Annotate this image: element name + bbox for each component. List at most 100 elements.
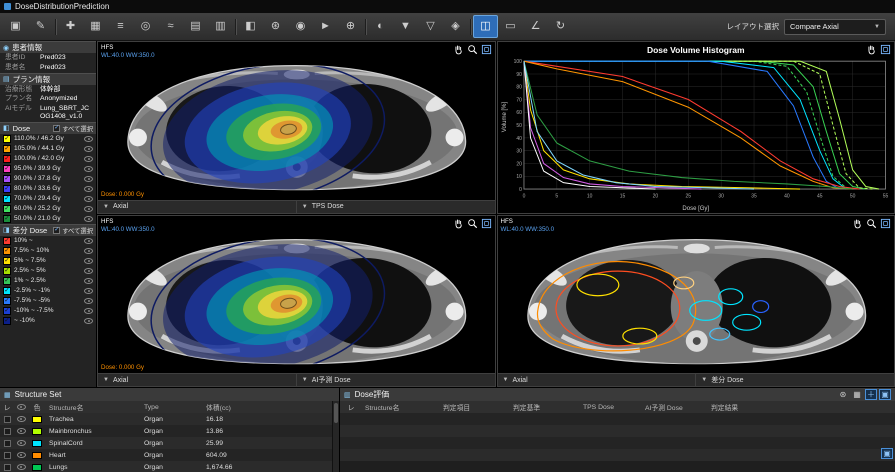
color-column-header[interactable]: 色 [28, 402, 46, 412]
name-column-header[interactable]: Structure名 [46, 402, 141, 412]
angle-button[interactable]: ∠ [523, 15, 548, 38]
pan-hand-icon[interactable] [866, 44, 877, 55]
table-button[interactable]: ▤ [183, 15, 208, 38]
zoom-icon[interactable] [467, 218, 478, 229]
diff-visibility-checkbox[interactable]: ✓ [3, 247, 11, 255]
target-button[interactable]: ⊕ [338, 15, 363, 38]
dose-visibility-checkbox[interactable]: ✓ [3, 215, 11, 223]
eye-icon[interactable] [84, 186, 93, 192]
pan-hand-icon[interactable] [453, 218, 464, 229]
eye-icon[interactable] [17, 428, 26, 434]
name-column-header[interactable]: Structure名 [362, 402, 440, 412]
capture-button[interactable]: ◉ [288, 15, 313, 38]
eye-icon[interactable] [84, 278, 93, 284]
dvh-canvas[interactable]: 0510152025303540455055010203040506070809… [498, 42, 895, 213]
ct-canvas-tps[interactable]: HFS WL:40.0 WW:350.0 Dose: 0.000 Gy [98, 42, 495, 200]
criteria-column-header[interactable]: 判定基準 [510, 402, 580, 412]
ai-dose-column-header[interactable]: AI予測 Dose [642, 402, 708, 412]
dose-visibility-checkbox[interactable]: ✓ [3, 145, 11, 153]
ct-canvas-diff[interactable]: HFS WL:40.0 WW:350.0 [498, 216, 895, 374]
eye-icon[interactable] [84, 238, 93, 244]
layout-grid-button[interactable]: ▦ [83, 15, 108, 38]
scrollbar-thumb[interactable] [334, 403, 338, 423]
dropper-button[interactable]: ▼ [393, 15, 418, 38]
structure-row[interactable]: Heart Organ 604.09 [0, 449, 339, 461]
zoom-icon[interactable] [866, 218, 877, 229]
expand-icon[interactable] [481, 218, 492, 229]
dose-visibility-checkbox[interactable]: ✓ [3, 135, 11, 143]
tps-dose-column-header[interactable]: TPS Dose [580, 404, 642, 411]
eye-icon[interactable] [84, 258, 93, 264]
structure-table-scrollbar[interactable] [332, 401, 339, 472]
layout-icon[interactable]: ▦ [851, 389, 863, 400]
dose-visibility-checkbox[interactable]: ✓ [3, 165, 11, 173]
eye-icon[interactable] [84, 288, 93, 294]
expand-icon[interactable] [880, 218, 891, 229]
row-checkbox[interactable] [4, 416, 11, 423]
edit-button[interactable]: ✎ [28, 15, 53, 38]
diff-dose-section-header[interactable]: ◨ 差分 Dose ✓ すべて選択 [0, 224, 96, 236]
eye-icon[interactable] [84, 268, 93, 274]
ct-image-tps[interactable] [98, 42, 495, 200]
check-column-header[interactable]: レ [0, 402, 14, 412]
orientation-select[interactable]: ▼ Axial [98, 201, 296, 213]
ct-canvas-ai[interactable]: HFS WL:40.0 WW:350.0 Dose: 0.000 Gy [98, 216, 495, 374]
eye-icon[interactable] [84, 318, 93, 324]
chart-button[interactable]: ◧ [238, 15, 263, 38]
dose-select-all[interactable]: ✓ すべて選択 [53, 124, 93, 133]
structure-row[interactable]: Trachea Organ 16.18 [0, 413, 339, 425]
volume-column-header[interactable]: 体積(cc) [203, 402, 267, 412]
add-criteria-icon[interactable]: ＋ [865, 389, 877, 400]
compare-button[interactable]: ◫ [473, 15, 498, 38]
pan-tool-button[interactable]: ◈ [443, 15, 468, 38]
diff-visibility-checkbox[interactable]: ✓ [3, 287, 11, 295]
structure-row[interactable]: Lungs Organ 1,674.66 [0, 461, 339, 472]
diff-visibility-checkbox[interactable]: ✓ [3, 277, 11, 285]
zoom-icon[interactable] [467, 44, 478, 55]
ct-image-ai[interactable] [98, 216, 495, 374]
eye-icon[interactable] [84, 248, 93, 254]
gear-icon[interactable]: ⊛ [837, 389, 849, 400]
eye-icon[interactable] [84, 146, 93, 152]
contour-button[interactable]: ◎ [133, 15, 158, 38]
eye-icon[interactable] [84, 216, 93, 222]
eye-column-header[interactable] [14, 404, 28, 410]
eye-icon[interactable] [84, 196, 93, 202]
eye-icon[interactable] [84, 166, 93, 172]
type-column-header[interactable]: Type [141, 404, 203, 411]
reset-button[interactable]: ↻ [548, 15, 573, 38]
diff-visibility-checkbox[interactable]: ✓ [3, 307, 11, 315]
dose-visibility-checkbox[interactable]: ✓ [3, 205, 11, 213]
eye-icon[interactable] [17, 416, 26, 422]
eye-icon[interactable] [84, 156, 93, 162]
dose-visibility-checkbox[interactable]: ✓ [3, 175, 11, 183]
structure-row[interactable]: Mainbronchus Organ 13.86 [0, 425, 339, 437]
pan-hand-icon[interactable] [852, 218, 863, 229]
expand-icon[interactable] [880, 44, 891, 55]
row-checkbox[interactable] [4, 464, 11, 471]
orientation-select[interactable]: ▼ Axial [498, 374, 696, 386]
measure-button[interactable]: ✚ [58, 15, 83, 38]
eye-icon[interactable] [84, 136, 93, 142]
row-checkbox[interactable] [4, 440, 11, 447]
dose-visibility-checkbox[interactable]: ✓ [3, 155, 11, 163]
dose-section-header[interactable]: ◧ Dose ✓ すべて選択 [0, 122, 96, 134]
diff-visibility-checkbox[interactable]: ✓ [3, 267, 11, 275]
eye-icon[interactable] [17, 452, 26, 458]
marker-button[interactable]: ▽ [418, 15, 443, 38]
eye-icon[interactable] [17, 440, 26, 446]
overlay-select[interactable]: ▼ 差分 Dose [695, 374, 894, 386]
layout-select-dropdown[interactable]: Compare Axial ▼ [784, 19, 886, 35]
diff-visibility-checkbox[interactable]: ✓ [3, 237, 11, 245]
overlay-select[interactable]: ▼ TPS Dose [296, 201, 495, 213]
diff-visibility-checkbox[interactable]: ✓ [3, 317, 11, 325]
item-column-header[interactable]: 判定項目 [440, 402, 510, 412]
overlay-select[interactable]: ▼ AI予測 Dose [296, 374, 495, 386]
dose-display-button[interactable]: ◐ [368, 15, 393, 38]
record-button[interactable]: ► [313, 15, 338, 38]
ct-image-diff[interactable] [498, 216, 895, 374]
row-checkbox[interactable] [4, 428, 11, 435]
result-column-header[interactable]: 判定結果 [708, 402, 772, 412]
settings-button[interactable]: ⊛ [263, 15, 288, 38]
save-button[interactable]: ▣ [3, 15, 28, 38]
